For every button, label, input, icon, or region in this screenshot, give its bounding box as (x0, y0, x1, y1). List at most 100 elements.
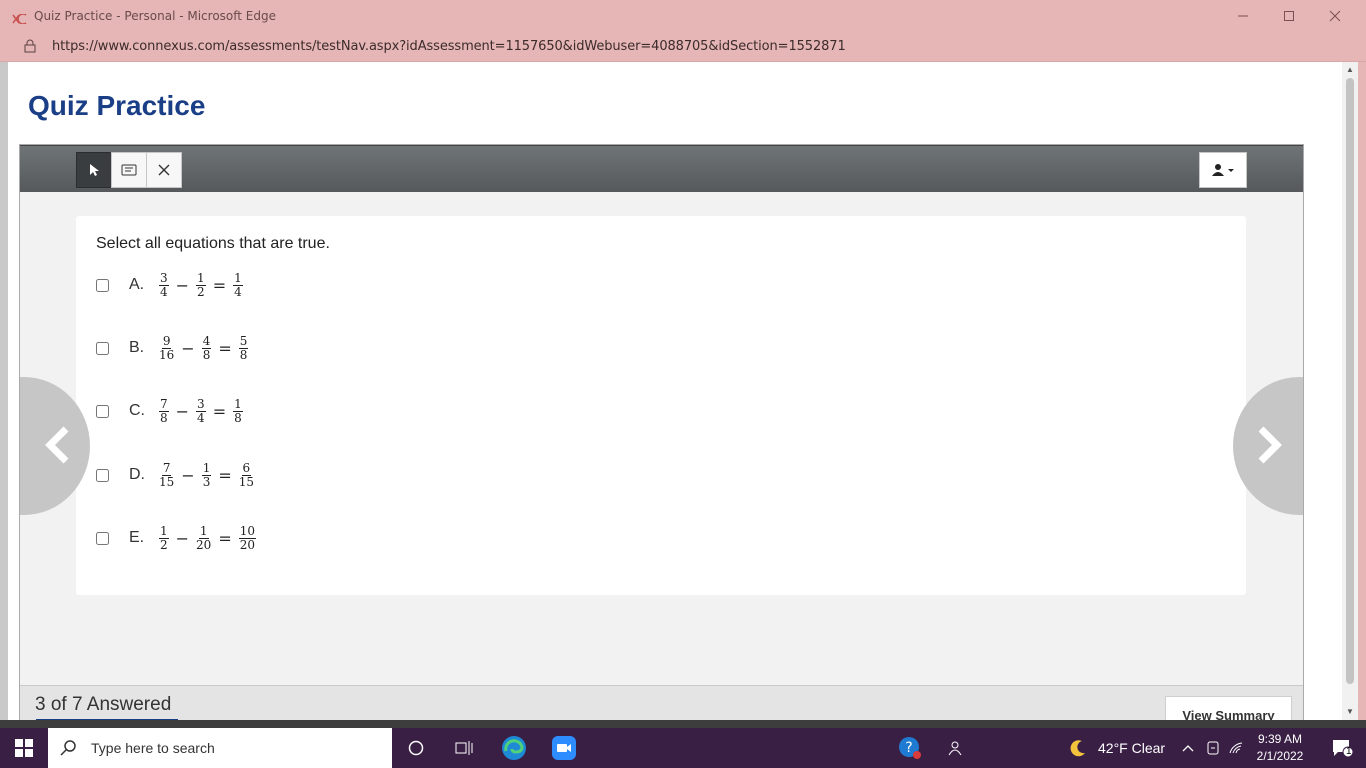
fraction: 48 (201, 333, 212, 362)
choice-d[interactable]: D. 7 15 − 13 = 6 15 (96, 458, 256, 492)
quiz-footer: 3 of 7 Answered View Summary (20, 685, 1303, 720)
equation: 9 16 − 48 = 58 (157, 333, 250, 362)
choice-c-checkbox[interactable] (96, 404, 109, 418)
scroll-up-icon[interactable]: ▲ (1342, 62, 1358, 78)
moon-icon (1070, 740, 1085, 757)
cortana-button[interactable] (392, 728, 440, 768)
search-placeholder: Type here to search (91, 740, 215, 756)
windows-icon (15, 739, 33, 757)
quiz-frame: Select all equations that are true. A. 3… (19, 144, 1304, 720)
cursor-icon (90, 164, 99, 176)
x-icon (158, 164, 170, 176)
cortana-icon (408, 740, 424, 756)
choice-letter: C. (129, 402, 145, 419)
equation: 78 − 34 = 18 (157, 396, 245, 425)
pointer-tool-button[interactable] (76, 152, 112, 188)
minimize-button[interactable] (1220, 0, 1266, 31)
fraction: 34 (196, 396, 206, 425)
help-tray-button[interactable]: ? (886, 728, 934, 768)
chevron-left-icon (45, 426, 69, 464)
choice-letter: D. (129, 466, 145, 483)
close-window-button[interactable] (1312, 0, 1358, 31)
search-icon (60, 740, 76, 756)
fraction: 34 (159, 270, 169, 299)
choice-a-checkbox[interactable] (96, 278, 109, 292)
user-menu-button[interactable] (1199, 152, 1247, 188)
close-icon (1329, 10, 1341, 21)
choice-a[interactable]: A. 34 − 12 = 14 (96, 268, 245, 302)
scroll-down-icon[interactable]: ▼ (1342, 704, 1358, 720)
page-title: Quiz Practice (28, 90, 206, 121)
meet-tray-button[interactable] (1200, 728, 1226, 768)
fraction: 12 (196, 270, 206, 299)
zoom-icon (552, 736, 576, 760)
equation: 12 − 1 20 = 10 20 (157, 523, 258, 552)
window-edge (1358, 62, 1366, 720)
question-prompt: Select all equations that are true. (96, 235, 330, 252)
choice-letter: B. (129, 339, 145, 356)
caret-down-icon (1228, 169, 1234, 172)
clock-time: 9:39 AM (1257, 732, 1303, 746)
scroll-thumb[interactable] (1346, 78, 1354, 684)
taskbar-search[interactable]: Type here to search (48, 728, 392, 768)
fraction: 9 16 (159, 333, 175, 362)
url-text[interactable]: https://www.connexus.com/assessments/tes… (52, 39, 846, 54)
fraction: 7 15 (159, 460, 175, 489)
page-scrollbar[interactable]: ▲ ▼ (1342, 62, 1358, 720)
help-icon: ? (899, 737, 921, 759)
fraction: 13 (201, 460, 212, 489)
svg-text:?: ? (905, 740, 912, 756)
choice-letter: A. (129, 276, 145, 293)
device-icon (1207, 741, 1219, 755)
chevron-up-icon (1182, 745, 1194, 752)
background-strip (0, 720, 1366, 728)
choice-letter: E. (129, 529, 145, 546)
note-tool-button[interactable] (111, 152, 147, 188)
window-title: Quiz Practice - Personal - Microsoft Edg… (34, 8, 276, 23)
clock-date: 2/1/2022 (1256, 749, 1304, 763)
connexus-logo-icon (12, 11, 28, 25)
address-bar[interactable]: https://www.connexus.com/assessments/tes… (0, 31, 1366, 62)
maximize-icon (1284, 10, 1294, 21)
minimize-icon (1238, 15, 1248, 16)
edge-icon (502, 736, 526, 760)
maximize-button[interactable] (1266, 0, 1312, 31)
user-icon (1212, 164, 1234, 176)
view-summary-button[interactable]: View Summary (1165, 696, 1292, 720)
choice-b-checkbox[interactable] (96, 341, 109, 355)
note-icon (121, 164, 137, 176)
fraction: 6 15 (238, 460, 255, 489)
choice-d-checkbox[interactable] (96, 468, 109, 482)
fraction: 10 20 (238, 523, 257, 552)
fraction: 14 (233, 270, 243, 299)
choice-e-checkbox[interactable] (96, 531, 109, 545)
chevron-right-icon (1258, 426, 1282, 464)
fraction: 78 (159, 396, 169, 425)
weather-text: 42°F Clear (1098, 740, 1166, 756)
choice-b[interactable]: B. 9 16 − 48 = 58 (96, 331, 250, 365)
notifications-button[interactable]: 1 (1318, 728, 1366, 768)
tray-overflow-button[interactable] (1174, 728, 1202, 768)
task-view-icon (455, 741, 473, 755)
equation: 34 − 12 = 14 (157, 270, 245, 299)
question-card: Select all equations that are true. A. 3… (76, 216, 1246, 595)
eliminate-tool-button[interactable] (146, 152, 182, 188)
lock-icon (24, 39, 36, 53)
answered-count: 3 of 7 Answered (35, 694, 172, 715)
weather-widget[interactable]: 42°F Clear (1068, 728, 1165, 768)
task-view-button[interactable] (440, 728, 488, 768)
fraction: 58 (238, 333, 249, 362)
page-viewport: Quiz Practice Select all equations that … (8, 62, 1342, 720)
fraction: 18 (233, 396, 243, 425)
start-button[interactable] (0, 728, 48, 768)
people-tray-button[interactable] (930, 728, 978, 768)
browser-title-bar: Quiz Practice - Personal - Microsoft Edg… (0, 0, 1366, 31)
fraction: 1 20 (196, 523, 212, 552)
system-clock[interactable]: 9:39 AM 2/1/2022 (1242, 731, 1318, 765)
edge-taskbar-button[interactable] (490, 728, 538, 768)
taskbar: Type here to search ? 42°F Clear 9:39 AM… (0, 728, 1366, 768)
choice-c[interactable]: C. 78 − 34 = 18 (96, 394, 245, 428)
fraction: 12 (159, 523, 169, 552)
zoom-taskbar-button[interactable] (540, 728, 588, 768)
choice-e[interactable]: E. 12 − 1 20 = 10 20 (96, 521, 258, 555)
